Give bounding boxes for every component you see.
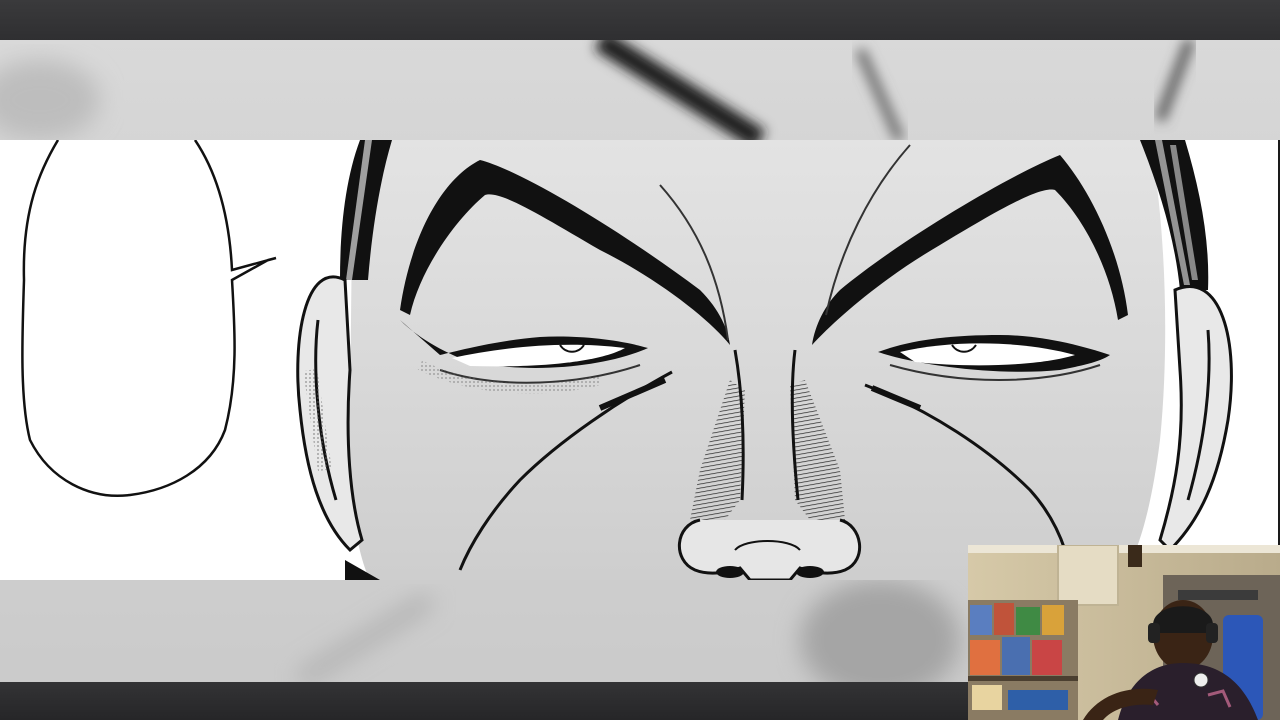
manga-panel [0,140,1280,580]
webcam-overlay [968,545,1280,720]
ear-right [1158,285,1233,553]
figure-box [970,605,992,635]
webcam-scene [968,545,1280,720]
nose-tip [678,518,862,580]
speech-bubble [21,140,277,497]
video-top-bar [0,0,1280,40]
headset-icon [1148,623,1160,643]
manga-face-artwork [21,140,1233,580]
video-frame [0,0,1280,720]
